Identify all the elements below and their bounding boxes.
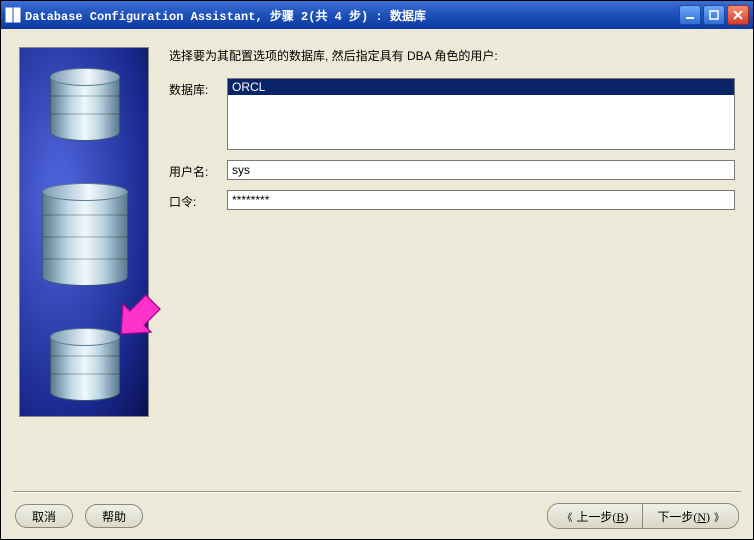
password-field[interactable] — [227, 190, 735, 210]
wizard-side-image — [19, 47, 149, 417]
chevron-right-icon: 》 — [714, 509, 724, 524]
next-button[interactable]: 下一步(N) 》 — [643, 504, 738, 528]
client-area: 选择要为其配置选项的数据库, 然后指定具有 DBA 角色的用户: 数据库: OR… — [1, 29, 753, 539]
button-bar: 取消 帮助 《 上一步(B) 下一步(N) 》 — [1, 493, 753, 539]
list-item[interactable]: ORCL — [228, 79, 734, 95]
window-title: Database Configuration Assistant, 步骤 2(共… — [25, 7, 679, 24]
form-area: 选择要为其配置选项的数据库, 然后指定具有 DBA 角色的用户: 数据库: OR… — [169, 47, 735, 473]
back-label: 上一步(B) — [576, 508, 628, 525]
password-label: 口令: — [169, 190, 219, 210]
database-row: 数据库: ORCL — [169, 78, 735, 150]
password-row: 口令: — [169, 190, 735, 210]
cancel-button[interactable]: 取消 — [15, 504, 73, 528]
content-area: 选择要为其配置选项的数据库, 然后指定具有 DBA 角色的用户: 数据库: OR… — [1, 29, 753, 491]
next-label: 下一步(N) — [657, 508, 710, 525]
app-icon — [5, 7, 21, 23]
app-window: Database Configuration Assistant, 步骤 2(共… — [0, 0, 754, 540]
help-button[interactable]: 帮助 — [85, 504, 143, 528]
window-controls — [679, 5, 749, 25]
username-label: 用户名: — [169, 160, 219, 180]
minimize-button[interactable] — [679, 5, 701, 25]
titlebar[interactable]: Database Configuration Assistant, 步骤 2(共… — [1, 1, 753, 29]
maximize-button[interactable] — [703, 5, 725, 25]
username-row: 用户名: — [169, 160, 735, 180]
instruction-text: 选择要为其配置选项的数据库, 然后指定具有 DBA 角色的用户: — [169, 47, 735, 64]
back-button[interactable]: 《 上一步(B) — [548, 504, 642, 528]
nav-button-group: 《 上一步(B) 下一步(N) 》 — [547, 503, 739, 529]
chevron-left-icon: 《 — [562, 509, 572, 524]
database-label: 数据库: — [169, 78, 219, 98]
database-listbox[interactable]: ORCL — [227, 78, 735, 150]
username-field[interactable] — [227, 160, 735, 180]
close-button[interactable] — [727, 5, 749, 25]
